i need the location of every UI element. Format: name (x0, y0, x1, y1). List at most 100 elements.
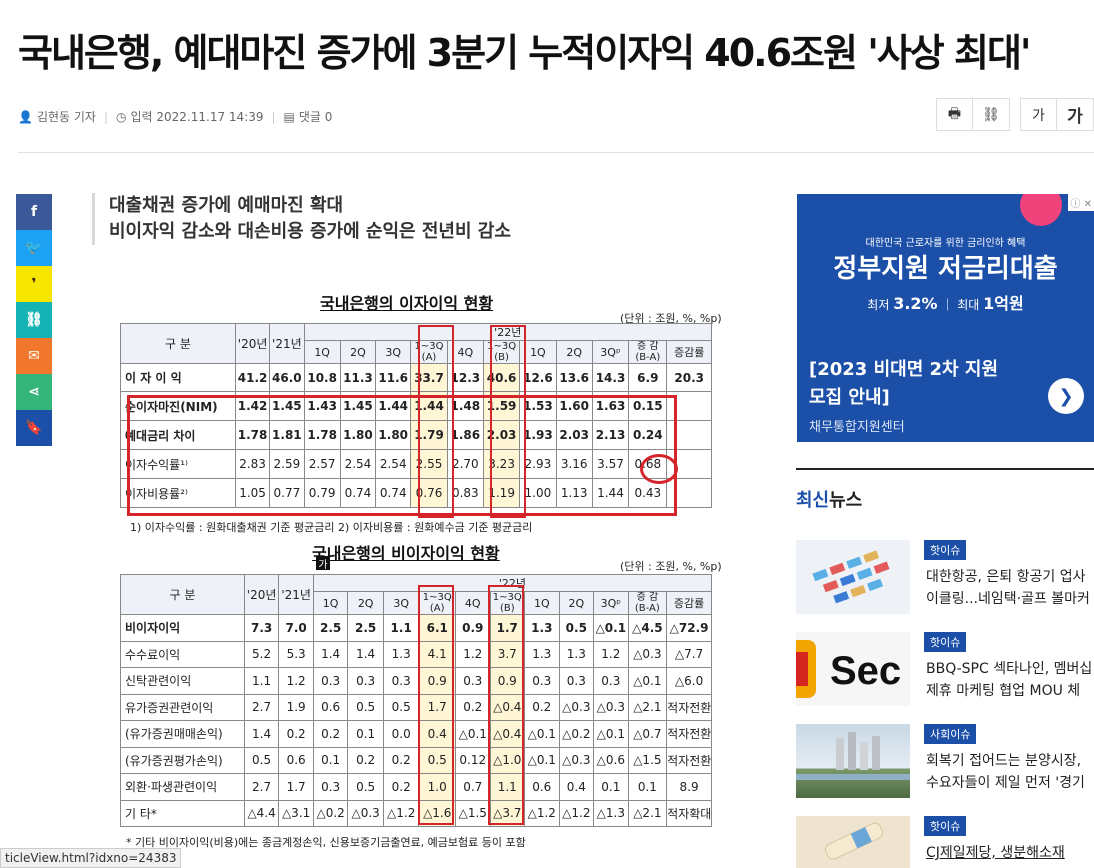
comments[interactable]: ▤ 댓글 0 (284, 108, 333, 125)
mail-icon[interactable]: ✉ (16, 338, 52, 374)
table-cell: 1.2 (278, 667, 314, 695)
kakao-icon[interactable]: ❜ (16, 266, 52, 302)
news-thumbnail[interactable]: Sec (796, 632, 910, 706)
highlight-column (418, 325, 454, 518)
news-title[interactable]: 회복기 접어드는 분양시장, 수요자들이 제일 먼저 '경기 (926, 750, 1094, 794)
col-header: 증감률 (666, 340, 712, 364)
share-icon[interactable]: ⋖ (16, 374, 52, 410)
table-cell: 1.7 (278, 773, 314, 801)
table-row: (유가증권매매손익) 1.4 0.2 0.2 0.1 0.0 0.4 △0.1 △0.4 △0.1… (120, 720, 712, 748)
table-cell: 적자전환 (666, 693, 712, 721)
news-tag[interactable]: 핫이슈 (924, 816, 967, 836)
subtitle-line-1: 대출채권 증가에 예매마진 확대 (109, 195, 344, 216)
table-cell: △0.1 (524, 746, 560, 774)
col-header: 1Q (312, 591, 349, 615)
table-cell: 0.5 (347, 693, 384, 721)
col-header: 1Q (303, 340, 341, 364)
chevron-right-icon[interactable]: ❯ (1048, 378, 1084, 414)
table-cell: 0.2 (382, 746, 420, 774)
news-tag[interactable]: 사회이슈 (924, 724, 977, 744)
col-header: 구 분 (120, 323, 236, 364)
table-cell: 0.3 (455, 667, 491, 695)
table-cell: △4.4 (243, 799, 280, 827)
news-tag[interactable]: 핫이슈 (924, 632, 967, 652)
ad-title: [2023 비대면 2차 지원 모집 안내] (809, 356, 998, 412)
highlight-box (127, 395, 677, 516)
table-cell: 0.1 (593, 773, 629, 801)
font-size-marker: 가 (316, 556, 330, 571)
col-header: 증감률 (666, 591, 712, 615)
news-thumbnail[interactable] (796, 816, 910, 868)
table-cell: 14.3 (591, 363, 630, 392)
table-cell: 1.1 (382, 614, 420, 642)
thumbnail-image (824, 822, 884, 860)
table-cell: 1.1 (243, 667, 280, 695)
table-cell: △3.1 (278, 799, 314, 827)
twitter-icon[interactable]: 🐦 (16, 230, 52, 266)
news-title-line: CJ제일제당, 생분해소재 (926, 845, 1065, 861)
table-cell: 0.1 (347, 720, 384, 748)
news-item[interactable]: 사회이슈 회복기 접어드는 분양시장, 수요자들이 제일 먼저 '경기 (796, 724, 1094, 798)
advertisement[interactable]: 대한민국 근로자를 위한 금리인하 혜택 정부지원 저금리대출 최저 3.2% … (797, 194, 1094, 442)
news-thumbnail[interactable] (796, 724, 910, 798)
news-title[interactable]: BBQ-SPC 섹타나인, 멤버십 제휴 마케팅 협업 MOU 체 (926, 658, 1094, 702)
table-cell: 0.3 (524, 667, 560, 695)
table-cell: 0.2 (312, 720, 349, 748)
highlight-circle (640, 454, 678, 484)
ad-limit-label: 최대 (957, 298, 980, 312)
table-cell: 적자전환 (666, 746, 712, 774)
table-cell: 0.12 (455, 746, 491, 774)
table-cell: 0.5 (347, 773, 384, 801)
table-row: 비이자이익 7.3 7.0 2.5 2.5 1.1 6.1 0.9 1.7 1.3 0.5 △0.1 △… (120, 614, 712, 642)
print-icon[interactable]: 🖶 (937, 99, 973, 130)
table-cell: 2.5 (347, 614, 384, 642)
table-cell: △72.9 (666, 614, 712, 642)
share-bar: f 🐦 ❜ ⛓ ✉ ⋖ 🔖 (16, 194, 52, 446)
news-item[interactable]: 핫이슈 CJ제일제당, 생분해소재 (796, 816, 1094, 868)
row-label: 이 자 이 익 (120, 363, 236, 392)
news-item[interactable]: 핫이슈 대한항공, 은퇴 항공기 업사 이클링...네임택·골프 볼마커 (796, 540, 1094, 614)
table-cell: △0.3 (593, 693, 629, 721)
ad-rates: 최저 3.2% ｜ 최대 1억원 (867, 294, 1024, 313)
news-title-line: 대한항공, 은퇴 항공기 업사 (926, 569, 1086, 585)
table-cell: 0.3 (593, 667, 629, 695)
table-cell: 10.8 (303, 363, 341, 392)
latest-news-header: 최신뉴스 (796, 486, 862, 512)
table-cell: △1.5 (455, 799, 491, 827)
ad-choices-icon[interactable]: ⓘ ✕ (1068, 194, 1094, 211)
table-cell: 8.9 (666, 773, 712, 801)
table-cell: △0.2 (558, 720, 595, 748)
link-icon[interactable]: ⛓ (16, 302, 52, 338)
bookmark-icon[interactable]: 🔖 (16, 410, 52, 446)
table-cell: 0.0 (382, 720, 420, 748)
headline: 국내은행, 예대마진 증가에 3분기 누적이자익 40.6조원 '사상 최대' (18, 31, 1032, 75)
news-title[interactable]: CJ제일제당, 생분해소재 (926, 842, 1094, 864)
table-cell: 0.2 (455, 693, 491, 721)
news-title-line: BBQ-SPC 섹타나인, 멤버십 (926, 661, 1093, 677)
news-title[interactable]: 대한항공, 은퇴 항공기 업사 이클링...네임택·골프 볼마커 (926, 566, 1094, 610)
link-icon[interactable]: ⛓ (973, 99, 1009, 130)
table-cell: 0.4 (558, 773, 595, 801)
col-header: 증 감 (B-A) (627, 591, 668, 615)
table-cell: 0.2 (382, 773, 420, 801)
article-meta: 👤 김현동 기자 | ◷ 입력 2022.11.17 14:39 | ▤ 댓글 0 (18, 108, 333, 125)
col-header: 2Q (347, 591, 384, 615)
col-header: 2Q (555, 340, 593, 364)
table-cell: △2.1 (627, 693, 668, 721)
col-header: 1Q (524, 591, 560, 615)
news-thumbnail[interactable] (796, 540, 910, 614)
row-label: (유가증권평가손익) (120, 746, 245, 774)
highlight-column (490, 325, 526, 518)
table-cell: △0.3 (627, 640, 668, 668)
font-large-button[interactable]: 가 (1057, 99, 1093, 130)
table-row: 유가증권관련이익 2.7 1.9 0.6 0.5 0.5 1.7 0.2 △0.4 0.2 △0.3… (120, 693, 712, 721)
facebook-icon[interactable]: f (16, 194, 52, 230)
news-item[interactable]: Sec 핫이슈 BBQ-SPC 섹타나인, 멤버십 제휴 마케팅 협업 MOU 체 (796, 632, 1094, 706)
table-cell: 0.5 (243, 746, 280, 774)
news-tag[interactable]: 핫이슈 (924, 540, 967, 560)
col-header: 3Qᵖ (593, 591, 629, 615)
table1-title: 국내은행의 이자이익 현황 (320, 294, 494, 313)
font-small-button[interactable]: 가 (1021, 99, 1057, 130)
date: ◷ 입력 2022.11.17 14:39 (116, 108, 263, 125)
row-label: (유가증권매매손익) (120, 720, 245, 748)
